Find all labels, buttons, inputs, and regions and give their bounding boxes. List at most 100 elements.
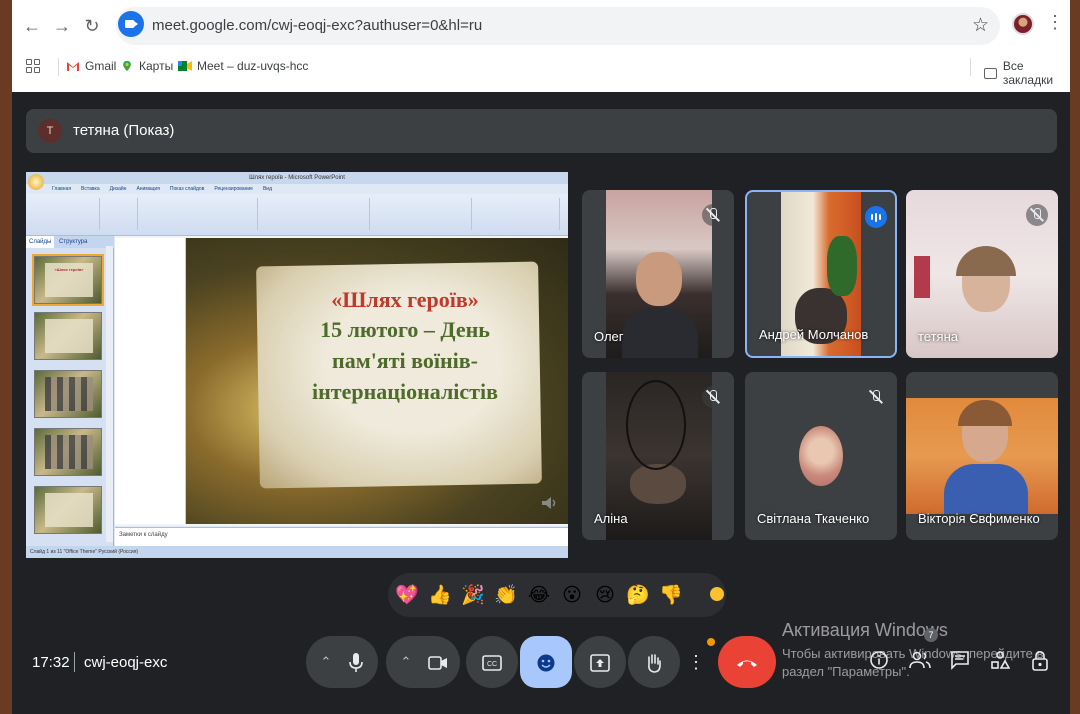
slide-body: 15 лютого – День пам'яті воїнів- інтерна… <box>312 317 498 404</box>
presenter-avatar: Т <box>38 119 62 143</box>
bookmark-gmail[interactable]: Gmail <box>66 59 116 73</box>
reaction-party[interactable]: 🎉 <box>460 582 486 608</box>
ppt-tab: Анимация <box>136 186 160 192</box>
apps-grid-icon[interactable] <box>26 59 40 73</box>
meeting-time: 17:32 <box>32 654 70 671</box>
participant-tile[interactable]: тетяна <box>906 190 1058 358</box>
present-button[interactable] <box>574 636 626 688</box>
slide-thumbnail <box>34 370 102 418</box>
meeting-code: cwj-eoqj-exc <box>84 654 168 671</box>
ppt-slides-pane: Слайды Структура «Шлях героїв» <box>26 236 114 546</box>
ribbon-group <box>30 198 100 230</box>
slide-title: «Шлях героїв» <box>331 287 479 312</box>
bookmark-maps[interactable]: Карты <box>120 59 173 73</box>
bookmark-label: Meet – duz-uvqs-hcc <box>197 59 309 73</box>
participant-avatar <box>799 426 843 486</box>
slide-thumbnail: «Шлях героїв» <box>32 254 104 306</box>
ppt-tab: Главная <box>52 186 72 192</box>
captions-button[interactable]: CC <box>466 636 518 688</box>
url-text[interactable]: meet.google.com/cwj-eoqj-exc?authuser=0&… <box>152 17 482 34</box>
ppt-tab: Рецензирование <box>214 186 253 192</box>
microphone-icon[interactable] <box>334 636 378 688</box>
all-bookmarks-label: Все закладки <box>1002 59 1054 87</box>
camera-control: ⌃ <box>386 636 460 688</box>
slide-thumbnail <box>34 312 102 360</box>
video-options-chevron-icon[interactable]: ⌃ <box>394 636 418 688</box>
reaction-clap[interactable]: 👏 <box>493 582 519 608</box>
reaction-heart[interactable]: 💖 <box>394 582 420 608</box>
participant-tile[interactable]: Вікторія Євфименко <box>906 372 1058 540</box>
participant-name: Світлана Ткаченко <box>757 511 870 526</box>
chat-icon[interactable] <box>948 650 972 674</box>
ppt-ribbon <box>26 194 568 236</box>
reaction-surprised[interactable]: 😮 <box>559 582 585 608</box>
reaction-thumbs-down[interactable]: 👎 <box>658 582 684 608</box>
participant-name: тетяна <box>918 329 959 344</box>
bookmarks-bar: Gmail Карты Meet – duz-uvqs-hcc Все закл… <box>12 52 1070 87</box>
host-controls-icon[interactable] <box>1028 650 1052 674</box>
reload-icon[interactable]: ↻ <box>80 14 104 38</box>
ppt-window-title: Шлях героїв - Microsoft PowerPoint <box>26 172 568 184</box>
maps-icon <box>123 60 131 72</box>
raise-hand-button[interactable] <box>628 636 680 688</box>
bookmark-label: Gmail <box>85 59 117 73</box>
ppt-tab: Показ слайдов <box>169 186 205 192</box>
current-slide: «Шлях героїв» 15 лютого – День пам'яті в… <box>186 238 568 524</box>
slide-thumbnail <box>34 428 102 476</box>
reactions-bar: 💖 👍 🎉 👏 😂 😮 😢 🤔 👎 <box>388 573 726 617</box>
ribbon-group <box>372 198 472 230</box>
thumb-text: «Шлях героїв» <box>54 267 84 272</box>
hang-up-icon <box>737 660 757 667</box>
browser-menu-icon[interactable]: ⋮ <box>1046 13 1064 31</box>
people-count-badge: 7 <box>924 628 938 642</box>
ribbon-group <box>102 198 138 230</box>
mic-control: ⌃ <box>306 636 378 688</box>
camera-icon[interactable] <box>416 636 460 688</box>
ribbon-group <box>474 198 560 230</box>
reaction-laugh[interactable]: 😂 <box>526 582 552 608</box>
address-bar[interactable]: meet.google.com/cwj-eoqj-exc?authuser=0&… <box>116 7 1000 45</box>
tab-slides: Слайды <box>26 236 55 248</box>
back-icon[interactable]: ← <box>20 14 44 38</box>
skin-tone-selector[interactable] <box>708 585 726 603</box>
reaction-thumbs-up[interactable]: 👍 <box>427 582 453 608</box>
participant-tile[interactable]: Олег <box>582 190 734 358</box>
bookmark-meet[interactable]: Meet – duz-uvqs-hcc <box>178 59 308 73</box>
all-bookmarks[interactable]: Все закладки <box>984 59 1070 87</box>
bookmark-label: Карты <box>139 59 174 73</box>
meet-window: ← → ↻ meet.google.com/cwj-eoqj-exc?authu… <box>12 0 1070 714</box>
slide-notes: Заметки к слайду <box>115 527 568 546</box>
watermark-title: Активация Windows <box>782 620 948 640</box>
emoji-icon <box>537 654 555 672</box>
meet-site-icon[interactable] <box>118 11 144 37</box>
shared-screen[interactable]: Шлях героїв - Microsoft PowerPoint Главн… <box>26 172 568 558</box>
folder-icon <box>984 67 997 79</box>
meeting-info-icon[interactable] <box>867 650 891 674</box>
hand-icon <box>648 654 661 674</box>
more-options-icon[interactable]: ⋮ <box>682 636 710 688</box>
slides-scrollbar <box>106 246 113 542</box>
present-icon <box>590 654 610 673</box>
bookmarks-divider <box>58 58 59 76</box>
participant-tile[interactable]: Аліна <box>582 372 734 540</box>
reactions-button[interactable] <box>520 636 572 688</box>
people-icon[interactable] <box>908 650 932 674</box>
browser-chrome: ← → ↻ meet.google.com/cwj-eoqj-exc?authu… <box>12 0 1070 92</box>
slide-margin <box>115 238 186 524</box>
participant-tile-active[interactable]: Андрей Молчанов <box>745 190 897 358</box>
participant-tile[interactable]: Світлана Ткаченко <box>745 372 897 540</box>
end-call-button[interactable] <box>718 636 776 688</box>
presenter-bar: Т тетяна (Показ) <box>26 109 1057 153</box>
ppt-ribbon-tabs: Главная Вставка Дизайн Анимация Показ сл… <box>52 184 272 194</box>
profile-avatar[interactable] <box>1012 13 1034 35</box>
gmail-icon <box>67 62 79 71</box>
forward-icon[interactable]: → <box>50 14 74 38</box>
reaction-thinking[interactable]: 🤔 <box>625 582 651 608</box>
ppt-tab: Вставка <box>81 186 100 192</box>
meet-icon <box>178 61 192 71</box>
reaction-sad[interactable]: 😢 <box>592 582 618 608</box>
speaking-indicator-icon <box>865 206 887 228</box>
bookmark-star-icon[interactable]: ☆ <box>972 14 989 37</box>
activities-icon[interactable] <box>988 650 1012 674</box>
mic-off-icon <box>865 386 887 408</box>
